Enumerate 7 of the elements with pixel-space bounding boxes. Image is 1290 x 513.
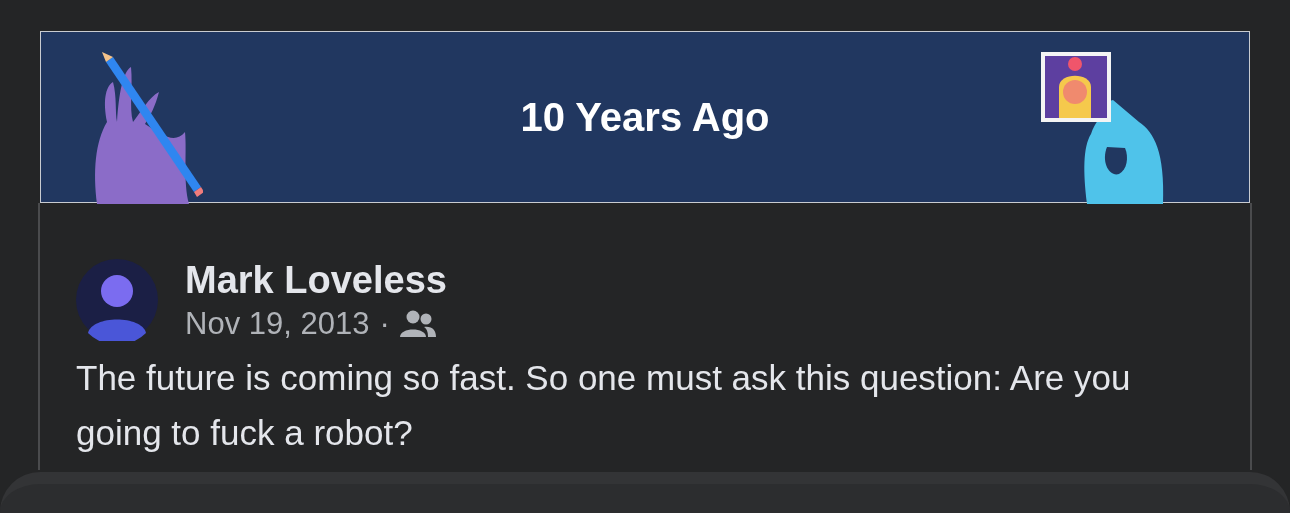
friends-icon — [399, 310, 436, 338]
separator-dot: · — [379, 305, 390, 343]
author-name[interactable]: Mark Loveless — [185, 256, 447, 304]
post-text: The future is coming so fast. So one must ask this question: Are you going to fuck a robot? — [76, 357, 1132, 454]
avatar[interactable] — [76, 259, 158, 341]
banner-title: 10 Years Ago — [520, 94, 770, 141]
post-date[interactable]: Nov 19, 2013 — [185, 304, 370, 344]
